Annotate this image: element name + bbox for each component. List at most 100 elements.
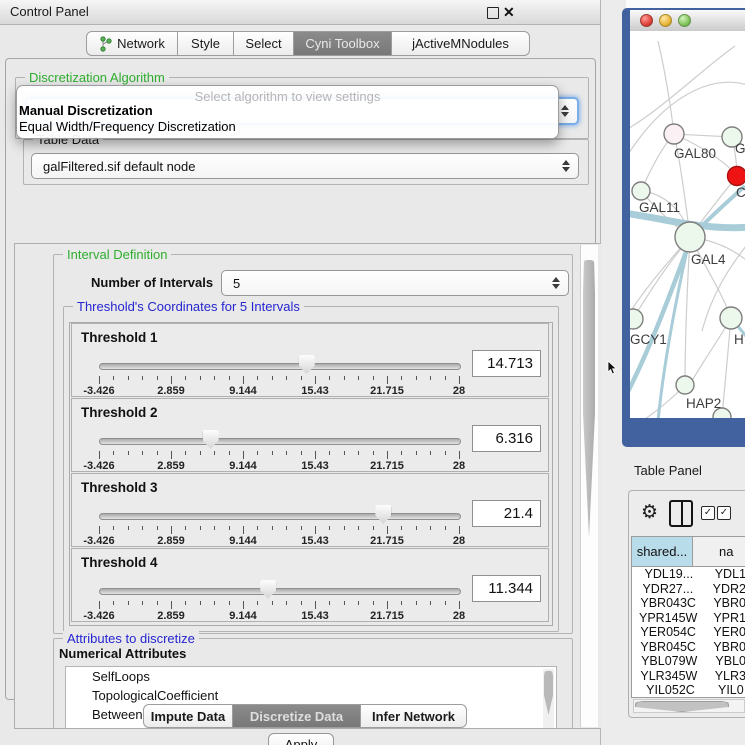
slider-thumb[interactable] [375, 505, 391, 524]
threshold-value-field[interactable]: 14.713 [472, 350, 541, 377]
close-traffic-light-icon[interactable] [640, 14, 653, 27]
zoom-traffic-light-icon[interactable] [678, 14, 691, 27]
threshold-panel: Threshold 1 -3.4262.8599.14415.4321.7152… [71, 323, 549, 397]
tab-impute-data[interactable]: Impute Data [143, 704, 233, 728]
cell-name[interactable]: YLR3 [706, 669, 745, 683]
slider-thumb[interactable] [203, 430, 219, 449]
cell-name[interactable]: YPR1 [704, 611, 745, 625]
scrollbar-thumb[interactable] [635, 701, 729, 712]
slider-track[interactable] [99, 438, 461, 445]
attribute-list-item[interactable]: TopologicalCoefficient [66, 686, 556, 705]
cell-shared-name[interactable]: YPR145W [632, 611, 704, 625]
cell-name[interactable]: YDL1 [706, 567, 745, 581]
cell-name[interactable]: YER0 [704, 625, 745, 639]
cell-name[interactable]: YBL0 [706, 654, 745, 668]
tick-mark [445, 526, 446, 530]
column-header-name[interactable]: na [693, 537, 745, 566]
threshold-value-field[interactable]: 21.4 [472, 500, 541, 527]
slider-track[interactable] [99, 513, 461, 520]
list-scrollbar[interactable] [543, 669, 554, 729]
tick-mark [445, 601, 446, 605]
tick-label: 2.859 [157, 460, 185, 472]
table-row[interactable]: YER054CYER0 [632, 625, 745, 640]
table-row[interactable]: YDL19...YDL1 [632, 567, 745, 582]
threshold-value-field[interactable]: 6.316 [472, 425, 541, 452]
node[interactable] [720, 307, 742, 329]
node-label: GA [735, 141, 745, 156]
node-hap2[interactable] [676, 376, 694, 394]
node-gal80[interactable] [664, 124, 684, 144]
tab-network[interactable]: Network [86, 31, 178, 56]
minimize-traffic-light-icon[interactable] [659, 14, 672, 27]
attribute-list-item[interactable]: SelfLoops [66, 667, 556, 686]
tab-select[interactable]: Select [234, 31, 294, 56]
num-intervals-combo[interactable]: 5 [221, 270, 569, 296]
numerical-attributes-label: Numerical Attributes [59, 646, 186, 661]
cell-name[interactable]: YIL0 [709, 683, 744, 697]
network-canvas[interactable]: GAL80 GAL11 GAL4 GCY1 HAP2 GA C H [630, 31, 745, 418]
threshold-slider[interactable]: -3.4262.8599.14415.4321.71528 [99, 429, 459, 469]
float-window-icon[interactable] [487, 7, 499, 19]
cell-shared-name[interactable]: YIL052C [632, 683, 709, 697]
popup-option-manual[interactable]: Manual Discretization [19, 103, 153, 118]
settings-vertical-scrollbar[interactable] [580, 245, 598, 727]
slider-track[interactable] [99, 588, 461, 595]
cell-name[interactable]: YDR2 [704, 582, 745, 596]
tick-mark [214, 451, 215, 455]
column-header-shared[interactable]: shared... [632, 537, 693, 566]
scrollbar-thumb[interactable] [544, 671, 553, 715]
tick-label: 2.859 [157, 535, 185, 547]
cell-name[interactable]: YBR0 [704, 640, 745, 654]
checkbox-icon[interactable]: ✓ [701, 506, 715, 520]
scrollbar-thumb[interactable] [583, 260, 595, 538]
tick-mark [315, 526, 316, 534]
node-selected-red[interactable] [728, 167, 745, 186]
table-row[interactable]: YBR045CYBR0 [632, 640, 745, 655]
node-gal4[interactable] [675, 222, 705, 252]
tab-infer-network[interactable]: Infer Network [361, 704, 467, 728]
tick-label: 15.43 [301, 385, 329, 397]
cell-shared-name[interactable]: YLR345W [632, 669, 706, 683]
table-data-combo[interactable]: galFiltered.sif default node [31, 153, 579, 179]
columns-icon[interactable] [669, 500, 693, 527]
tick-label: 28 [453, 610, 465, 622]
table-row[interactable]: YDR27...YDR2 [632, 582, 745, 597]
node-gal11[interactable] [632, 182, 650, 200]
table-row[interactable]: YIL052CYIL0 [632, 683, 745, 698]
threshold-slider[interactable]: -3.4262.8599.14415.4321.71528 [99, 579, 459, 619]
threshold-value-field[interactable]: 11.344 [472, 575, 541, 602]
node-gcy1[interactable] [630, 309, 643, 329]
checkbox-icon[interactable]: ✓ [717, 506, 731, 520]
table-row[interactable]: YBR043CYBR0 [632, 596, 745, 611]
cell-shared-name[interactable]: YDL19... [632, 567, 706, 581]
tab-jactivemnodules[interactable]: jActiveMNodules [392, 31, 530, 56]
cell-shared-name[interactable]: YBR045C [632, 640, 704, 654]
cell-shared-name[interactable]: YER054C [632, 625, 704, 639]
gear-icon[interactable]: ⚙ [641, 501, 658, 523]
cell-shared-name[interactable]: YBL079W [632, 654, 706, 668]
table-row[interactable]: YPR145WYPR1 [632, 611, 745, 626]
table-row[interactable]: YBL079WYBL0 [632, 654, 745, 669]
table-horizontal-scrollbar[interactable] [633, 699, 745, 713]
slider-track[interactable] [99, 363, 461, 370]
apply-button[interactable]: Apply [268, 733, 334, 745]
close-icon[interactable]: ✕ [503, 3, 515, 21]
tick-mark [430, 601, 431, 605]
threshold-slider[interactable]: -3.4262.8599.14415.4321.71528 [99, 504, 459, 544]
threshold-slider[interactable]: -3.4262.8599.14415.4321.71528 [99, 354, 459, 394]
tick-mark [358, 601, 359, 605]
node-table[interactable]: shared... na YDL19...YDL1YDR27...YDR2YBR… [631, 536, 745, 698]
cell-shared-name[interactable]: YDR27... [632, 582, 704, 596]
popup-option-equal-width[interactable]: Equal Width/Frequency Discretization [19, 119, 236, 134]
tab-style[interactable]: Style [178, 31, 234, 56]
cell-shared-name[interactable]: YBR043C [632, 596, 704, 610]
threshold-label: Threshold 4 [81, 555, 158, 570]
table-row[interactable]: YLR345WYLR3 [632, 669, 745, 684]
stepper-arrows-icon [552, 277, 559, 289]
slider-thumb[interactable] [260, 580, 276, 599]
slider-thumb[interactable] [299, 355, 315, 374]
tab-cyni-toolbox[interactable]: Cyni Toolbox [294, 31, 392, 56]
tick-mark [286, 451, 287, 455]
tab-discretize-data[interactable]: Discretize Data [233, 704, 361, 728]
cell-name[interactable]: YBR0 [704, 596, 745, 610]
